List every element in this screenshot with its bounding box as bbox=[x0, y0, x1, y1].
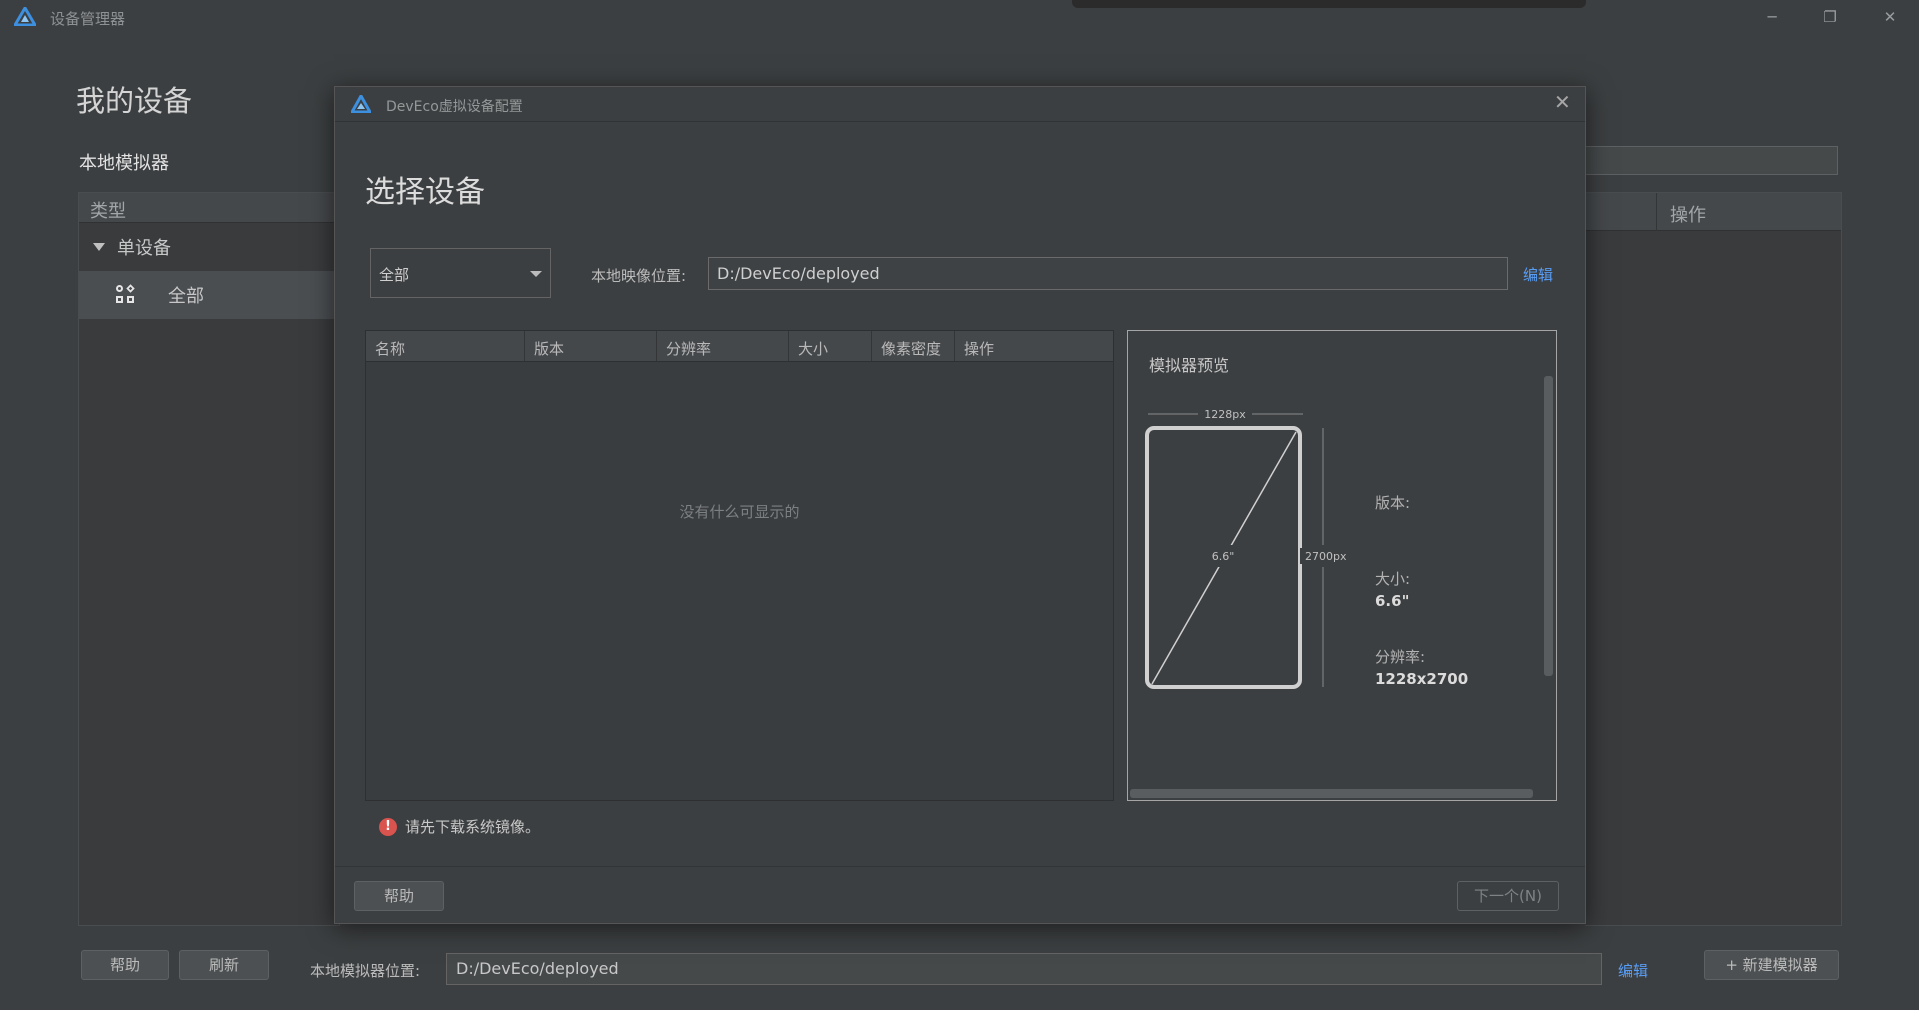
virtual-device-config-dialog: DevEco虚拟设备配置 ✕ 选择设备 全部 本地映像位置: D:/DevEco… bbox=[334, 86, 1586, 924]
search-input[interactable] bbox=[1585, 146, 1838, 175]
top-strip bbox=[1072, 0, 1586, 8]
tree-header: 类型 bbox=[79, 193, 339, 223]
spec-resolution-label: 分辨率: bbox=[1375, 648, 1426, 666]
column-header-actions: 操作 bbox=[1670, 205, 1706, 226]
column-header-name[interactable]: 名称 bbox=[366, 331, 525, 361]
device-category-select[interactable]: 全部 bbox=[370, 248, 551, 298]
minimize-button[interactable]: ─ bbox=[1758, 6, 1786, 28]
image-location-input[interactable]: D:/DevEco/deployed bbox=[708, 257, 1508, 290]
new-emulator-button[interactable]: + 新建模拟器 bbox=[1704, 950, 1839, 980]
close-window-button[interactable]: ✕ bbox=[1876, 6, 1904, 28]
warning-message: ! 请先下载系统镜像。 bbox=[379, 816, 540, 837]
column-header-size[interactable]: 大小 bbox=[789, 331, 872, 361]
edit-image-location-link[interactable]: 编辑 bbox=[1523, 264, 1553, 285]
chevron-down-icon bbox=[530, 271, 542, 277]
dialog-title: DevEco虚拟设备配置 bbox=[386, 99, 523, 115]
dialog-title-bar: DevEco虚拟设备配置 ✕ bbox=[335, 87, 1585, 122]
app-title: 设备管理器 bbox=[50, 10, 126, 28]
spec-size-label: 大小: bbox=[1375, 570, 1411, 588]
column-header-actions[interactable]: 操作 bbox=[955, 331, 1113, 361]
tree-item-label: 全部 bbox=[168, 286, 204, 307]
preview-vertical-scrollbar[interactable] bbox=[1544, 376, 1553, 676]
error-icon: ! bbox=[379, 817, 397, 836]
spec-version-label: 版本: bbox=[1375, 494, 1411, 512]
help-button[interactable]: 帮助 bbox=[81, 950, 169, 980]
maximize-button[interactable]: ❐ bbox=[1816, 6, 1844, 28]
title-bar: 设备管理器 ─ ❐ ✕ bbox=[0, 0, 1919, 34]
app-logo-icon bbox=[14, 7, 36, 26]
tree-group-single-device[interactable]: 单设备 bbox=[79, 223, 339, 271]
image-location-label: 本地映像位置: bbox=[591, 267, 687, 285]
tree-item-all[interactable]: 全部 bbox=[79, 271, 339, 319]
dialog-help-button[interactable]: 帮助 bbox=[354, 881, 444, 911]
column-header-version[interactable]: 版本 bbox=[525, 331, 657, 361]
category-grid-icon bbox=[116, 284, 136, 305]
dialog-footer: 帮助 下一个(N) bbox=[335, 866, 1585, 923]
height-dimension-label: 2700px bbox=[1305, 550, 1347, 563]
column-header-resolution[interactable]: 分辨率 bbox=[657, 331, 789, 361]
device-table: 名称 版本 分辨率 大小 像素密度 操作 没有什么可显示的 bbox=[365, 330, 1114, 801]
preview-horizontal-scrollbar[interactable] bbox=[1130, 789, 1533, 798]
width-dimension-label: 1228px bbox=[1204, 408, 1246, 421]
section-label-local-emulator: 本地模拟器 bbox=[79, 153, 169, 174]
expand-arrow-icon[interactable] bbox=[93, 243, 105, 251]
page-title: 我的设备 bbox=[76, 84, 193, 118]
next-button[interactable]: 下一个(N) bbox=[1457, 881, 1559, 911]
tree-group-label: 单设备 bbox=[117, 238, 171, 259]
emulator-location-label: 本地模拟器位置: bbox=[310, 962, 421, 980]
spec-size-value: 6.6" bbox=[1375, 592, 1410, 610]
emulator-table-partial: 操作 bbox=[1585, 192, 1842, 926]
device-table-header: 名称 版本 分辨率 大小 像素密度 操作 bbox=[366, 331, 1113, 362]
refresh-button[interactable]: 刷新 bbox=[179, 950, 269, 980]
column-header-density[interactable]: 像素密度 bbox=[872, 331, 955, 361]
device-type-tree: 类型 单设备 全部 bbox=[78, 192, 340, 926]
diagonal-dimension-label: 6.6" bbox=[1212, 550, 1235, 563]
emulator-location-input[interactable]: D:/DevEco/deployed bbox=[446, 953, 1602, 985]
warning-text: 请先下载系统镜像。 bbox=[405, 818, 541, 836]
empty-state-text: 没有什么可显示的 bbox=[679, 503, 800, 521]
edit-location-link[interactable]: 编辑 bbox=[1618, 960, 1648, 981]
dialog-close-button[interactable]: ✕ bbox=[1554, 90, 1571, 114]
emulator-preview-panel: 模拟器预览 1228px 6.6" 2700px 版本: 大小: 6.6" 分辨… bbox=[1127, 330, 1557, 801]
deveco-logo-icon bbox=[351, 95, 371, 113]
table-header: 操作 bbox=[1585, 193, 1841, 231]
spec-resolution-value: 1228x2700 bbox=[1375, 670, 1469, 688]
dialog-heading: 选择设备 bbox=[365, 175, 485, 210]
select-value: 全部 bbox=[379, 266, 410, 284]
device-preview-diagram: 1228px 6.6" 2700px bbox=[1145, 408, 1348, 689]
